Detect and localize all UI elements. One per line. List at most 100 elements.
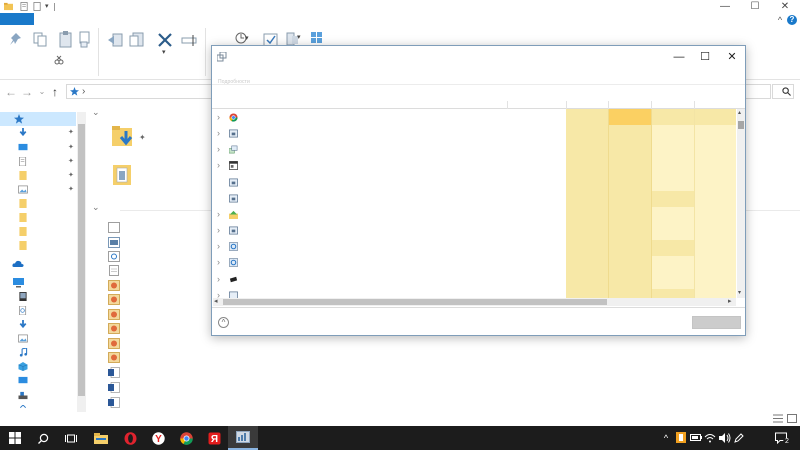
photo-file-icon[interactable] [108,280,120,291]
scroll-down-arrow-icon[interactable]: ▾ [738,290,741,296]
word-file-icon[interactable] [108,382,120,393]
rename-icon[interactable] [181,30,199,50]
pin-icon[interactable]: ✦ [139,134,147,142]
column-divider[interactable] [608,101,609,109]
settings-file-icon[interactable] [108,251,120,262]
app-tray-icon[interactable] [676,432,686,443]
desktop-icon[interactable] [18,376,28,385]
taskbar-yandex-browser[interactable]: Я [200,426,228,450]
onedrive-icon[interactable] [12,260,24,268]
3d-objects-icon[interactable] [18,362,28,371]
forward-arrow-icon[interactable]: → [21,86,33,98]
show-hidden-icons-chevron[interactable]: ^ [662,432,670,444]
quick-access-star-icon[interactable] [14,114,24,124]
blank-file-icon[interactable] [108,222,120,233]
folder-icon[interactable] [18,213,28,222]
paste-icon[interactable] [57,30,75,50]
qat-customize-icon[interactable]: ▾ [45,2,49,10]
process-group-icon[interactable] [229,145,238,154]
close-button[interactable]: ✕ [770,0,800,12]
settings-icon[interactable] [229,258,238,267]
word-file-icon[interactable] [108,367,120,378]
device-icon[interactable] [229,275,238,284]
row-expander[interactable]: › [217,258,223,267]
row-expander[interactable]: › [217,291,223,299]
move-to-icon[interactable] [106,30,124,50]
scroll-up-arrow-icon[interactable]: ▴ [738,110,741,116]
pin-icon[interactable]: ✦ [68,186,74,193]
vertical-scrollbar-thumb[interactable] [738,121,744,129]
application-icon[interactable] [229,129,238,138]
dialog-close-button[interactable]: ✕ [725,51,739,63]
downloads-icon[interactable] [18,128,28,137]
end-task-button[interactable] [692,316,741,329]
application-icon[interactable] [229,291,238,298]
network-icon[interactable] [18,405,28,414]
this-pc-icon[interactable] [13,278,24,288]
pen-icon[interactable] [734,433,744,443]
word-file-icon[interactable] [108,397,120,408]
scroll-right-arrow-icon[interactable]: ▸ [728,298,732,306]
application-icon[interactable] [229,178,238,187]
settings-icon[interactable] [229,242,238,251]
battery-icon[interactable] [690,434,702,441]
taskbar-yandex[interactable]: Y [144,426,172,450]
copy-path-icon[interactable] [77,30,95,50]
application-icon[interactable] [229,194,238,203]
wifi-icon[interactable] [704,433,716,443]
process-list-vertical-scrollbar[interactable]: ▴ ▾ [737,109,745,298]
process-list-horizontal-scrollbar[interactable]: ◂ ▸ [213,298,736,306]
chrome-icon[interactable] [229,113,238,122]
pictures-icon[interactable] [18,334,28,343]
pin-icon[interactable] [7,30,25,50]
search-input[interactable] [772,84,794,99]
details-view-icon[interactable] [773,414,783,423]
application-icon[interactable] [229,226,238,235]
start-button[interactable] [1,426,29,450]
pictures-icon[interactable] [18,185,28,194]
taskbar-task-manager[interactable] [228,426,258,450]
documents-icon[interactable] [18,306,28,315]
music-icon[interactable] [18,348,28,357]
file-tab[interactable] [0,13,34,25]
minimize-button[interactable]: — [710,0,740,12]
pin-icon[interactable]: ✦ [68,129,74,136]
downloads-folder-icon[interactable] [112,126,136,148]
copy-to-icon[interactable] [128,30,146,50]
copy-icon[interactable] [32,30,50,50]
downloads-icon[interactable] [18,320,28,329]
search-button[interactable] [29,426,57,450]
row-expander[interactable]: › [217,242,223,251]
large-icons-view-icon[interactable] [787,414,797,423]
nav-item-quick-access[interactable] [0,112,76,126]
column-divider[interactable] [566,101,567,109]
folder-icon[interactable] [18,171,28,180]
column-divider[interactable] [694,101,695,109]
window-icon[interactable] [229,161,238,170]
desktop-icon[interactable] [18,143,28,152]
photo-file-icon[interactable] [108,338,120,349]
fewer-details-icon[interactable]: ^ [218,317,229,328]
photo-file-icon[interactable] [108,309,120,320]
dialog-minimize-button[interactable]: — [672,51,686,63]
recent-locations-icon[interactable]: ⌄ [36,86,48,98]
row-expander[interactable]: › [217,129,223,138]
taskbar-file-explorer[interactable] [87,426,115,450]
taskbar-opera[interactable] [116,426,144,450]
nav-scrollbar-thumb[interactable] [78,124,85,396]
home-folder-icon[interactable] [229,210,238,219]
local-disk-icon[interactable] [18,391,28,400]
documents-folder-icon[interactable] [112,163,134,187]
folder-icon[interactable] [18,199,28,208]
properties-icon[interactable] [20,2,29,11]
maximize-button[interactable]: ☐ [740,0,770,12]
row-expander[interactable]: › [217,145,223,154]
scroll-left-arrow-icon[interactable]: ◂ [214,298,218,306]
column-divider[interactable] [651,101,652,109]
column-divider[interactable] [507,101,508,109]
text-file-icon[interactable] [108,265,120,276]
task-view-button[interactable] [57,426,85,450]
frequent-folders-collapse-icon[interactable]: ⌄ [92,108,100,117]
row-expander[interactable]: › [217,275,223,284]
new-folder-icon[interactable] [33,2,42,11]
